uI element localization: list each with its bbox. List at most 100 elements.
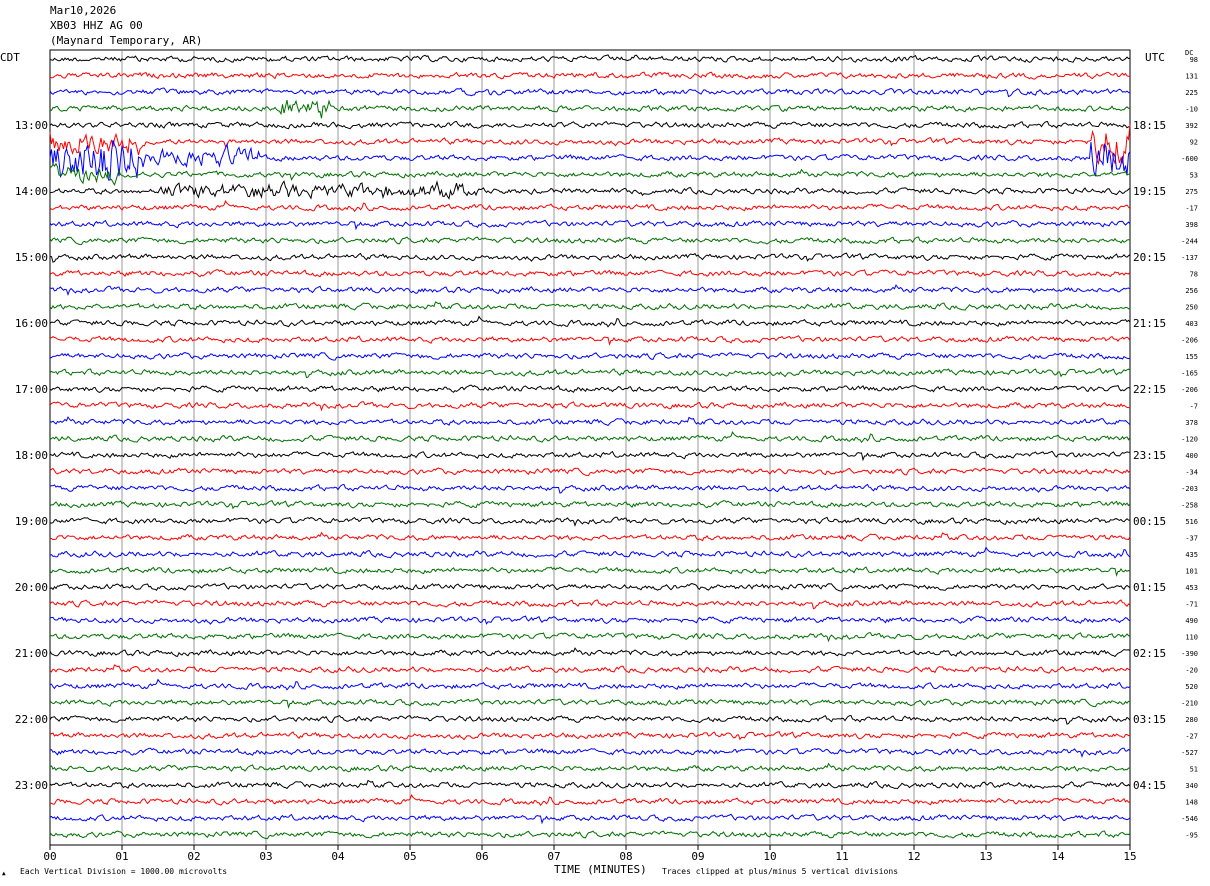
x-axis-title: TIME (MINUTES)	[554, 863, 647, 876]
right-time-label: 02:15	[1133, 647, 1166, 660]
right-time-label: 19:15	[1133, 185, 1166, 198]
dc-offset-label: 275	[1185, 188, 1198, 196]
right-time-label: 23:15	[1133, 449, 1166, 462]
seismic-trace	[49, 566, 1131, 577]
seismic-trace	[49, 747, 1131, 758]
dc-offset-label: -37	[1185, 535, 1198, 543]
seismic-trace	[49, 698, 1131, 709]
x-tick-label: 04	[331, 850, 345, 863]
seismic-trace	[49, 284, 1131, 297]
dc-offset-label: 435	[1185, 551, 1198, 559]
dc-offset-label: -203	[1181, 485, 1198, 493]
seismic-trace	[49, 516, 1130, 527]
seismogram-figure: Mar10,2026 XB03 HHZ AG 00 (Maynard Tempo…	[0, 0, 1210, 886]
seismic-trace	[49, 71, 1131, 80]
dc-offset-label: 490	[1185, 617, 1198, 625]
x-tick-label: 09	[691, 850, 704, 863]
seismic-trace	[49, 315, 1131, 328]
left-time-label: 17:00	[15, 383, 48, 396]
x-tick-label: 03	[259, 850, 272, 863]
seismic-trace	[49, 599, 1131, 610]
x-tick-label: 11	[835, 850, 848, 863]
dc-offset-label: 392	[1185, 122, 1198, 130]
dc-offset-label: -600	[1181, 155, 1198, 163]
left-time-label: 21:00	[15, 647, 48, 660]
x-tick-label: 08	[619, 850, 632, 863]
seismic-trace	[49, 120, 1131, 130]
dc-offset-label: -27	[1185, 733, 1198, 741]
dc-offset-label: -10	[1185, 106, 1198, 114]
left-time-label: 18:00	[15, 449, 48, 462]
dc-offset-label: 148	[1185, 799, 1198, 807]
seismic-trace	[49, 416, 1131, 427]
dc-offset-label: -390	[1181, 650, 1198, 658]
left-time-label: 22:00	[15, 713, 48, 726]
seismic-trace	[49, 219, 1131, 231]
right-time-label: 20:15	[1133, 251, 1166, 264]
seismic-trace	[49, 813, 1131, 825]
right-time-label: 04:15	[1133, 779, 1166, 792]
dc-offset-label: 256	[1185, 287, 1198, 295]
right-time-label: 21:15	[1133, 317, 1166, 330]
seismic-trace	[49, 730, 1131, 741]
x-tick-label: 07	[547, 850, 560, 863]
dc-offset-label: -206	[1181, 337, 1198, 345]
seismic-trace	[49, 351, 1131, 361]
seismic-trace	[49, 431, 1131, 444]
seismic-trace	[49, 335, 1131, 346]
dc-offset-label: -258	[1181, 502, 1198, 510]
seismic-trace	[49, 467, 1131, 477]
seismic-trace	[49, 546, 1131, 559]
dc-offset-label: 131	[1185, 73, 1198, 81]
dc-offset-label: -95	[1185, 832, 1198, 840]
dc-offset-label: -120	[1181, 436, 1198, 444]
dc-offset-label: 98	[1190, 56, 1198, 64]
left-time-label: 23:00	[15, 779, 48, 792]
seismic-trace	[49, 762, 1131, 773]
x-tick-label: 05	[403, 850, 416, 863]
footer-marker: ▲	[2, 870, 6, 877]
dc-offset-label: -34	[1185, 469, 1198, 477]
seismic-trace	[49, 714, 1131, 725]
seismic-trace	[49, 140, 1131, 181]
scale-note: Each Vertical Division = 1000.00 microvo…	[20, 867, 228, 876]
seismic-trace	[50, 794, 1131, 807]
seismic-trace	[49, 384, 1131, 393]
dc-offset-label: 516	[1185, 518, 1198, 526]
x-tick-label: 02	[187, 850, 200, 863]
seismic-trace	[49, 99, 1131, 119]
left-time-label: 13:00	[15, 119, 48, 132]
seismic-trace	[49, 401, 1131, 412]
seismic-trace	[50, 678, 1131, 691]
x-tick-label: 06	[475, 850, 488, 863]
right-time-label: 22:15	[1133, 383, 1166, 396]
seismic-trace	[49, 531, 1131, 542]
dc-offset-label: -137	[1181, 254, 1198, 262]
dc-offset-label: -20	[1185, 667, 1198, 675]
left-time-label: 16:00	[15, 317, 48, 330]
seismic-trace	[49, 236, 1131, 246]
dc-offset-label: 78	[1190, 271, 1198, 279]
clip-note: Traces clipped at plus/minus 5 vertical …	[662, 867, 899, 876]
left-time-label: 14:00	[15, 185, 48, 198]
dc-offset-label: -546	[1181, 815, 1198, 823]
dc-offset-label: 51	[1190, 766, 1198, 774]
dc-offset-label: -527	[1181, 749, 1198, 757]
dc-offset-label: 110	[1185, 634, 1198, 642]
seismic-trace	[49, 632, 1131, 643]
dc-offset-label: -210	[1181, 700, 1198, 708]
right-time-label: 01:15	[1133, 581, 1166, 594]
dc-offset-label: -7	[1190, 403, 1198, 411]
x-tick-label: 01	[115, 850, 128, 863]
seismic-trace	[49, 779, 1131, 790]
dc-offset-label: 155	[1185, 353, 1198, 361]
seismic-trace	[49, 483, 1131, 494]
seismic-trace	[49, 582, 1131, 592]
dc-offset-label: 280	[1185, 716, 1198, 724]
dc-offset-label: 403	[1185, 320, 1198, 328]
dc-offset-label: 225	[1185, 89, 1198, 97]
x-tick-label: 00	[43, 850, 56, 863]
dc-offset-label: 453	[1185, 584, 1198, 592]
dc-offset-label: 92	[1190, 139, 1198, 147]
dc-offset-label: 53	[1190, 172, 1198, 180]
